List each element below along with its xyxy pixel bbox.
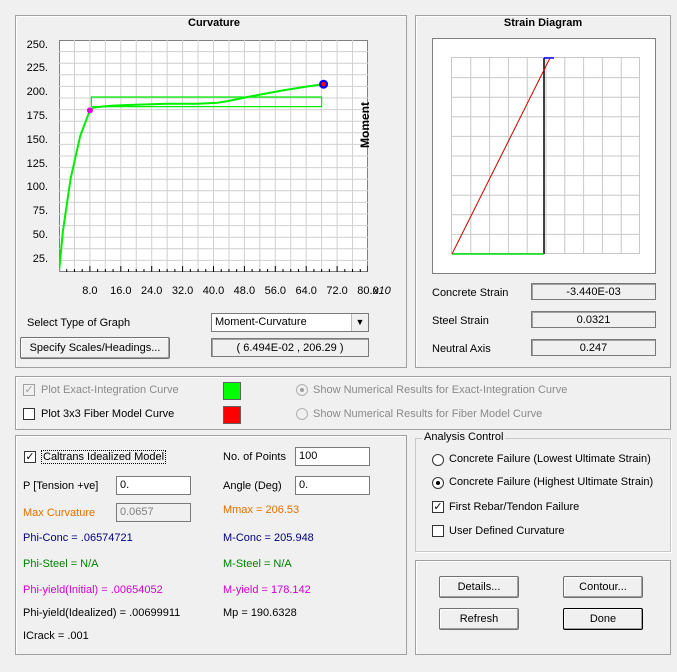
phi-conc-value: Phi-Conc = .06574721: [23, 532, 133, 544]
p-label: P [Tension +ve]: [23, 480, 99, 492]
y-tick-label: 150.: [26, 133, 48, 146]
concrete-highest-label[interactable]: Concrete Failure (Highest Ultimate Strai…: [449, 476, 653, 488]
phi-yield-idealized-value: Phi-yield(Idealized) = .00699911: [23, 607, 181, 619]
concrete-lowest-label[interactable]: Concrete Failure (Lowest Ultimate Strain…: [449, 453, 651, 465]
x-tick-label: 8.0: [82, 285, 98, 297]
max-curvature-input: 0.0657: [116, 503, 191, 522]
m-conc-value: M-Conc = 205.948: [223, 532, 314, 544]
max-curvature-label: Max Curvature: [23, 507, 96, 519]
show-fiber-label: Show Numerical Results for Fiber Model C…: [313, 408, 543, 420]
steel-strain-label: Steel Strain: [432, 315, 489, 327]
analysis-control-title: Analysis Control: [422, 431, 506, 443]
data-point: [86, 107, 93, 114]
plot-exact-checkbox[interactable]: ✓: [23, 384, 35, 396]
graph-type-select[interactable]: Moment-Curvature ▼: [211, 313, 369, 332]
m-steel-value: M-Steel = N/A: [223, 558, 292, 570]
select-graph-type-label: Select Type of Graph: [27, 317, 131, 329]
y-tick-label: 25.: [32, 252, 48, 265]
cursor-readout: ( 6.494E-02 , 206.29 ): [211, 338, 369, 357]
curvature-title: Curvature: [188, 17, 240, 29]
y-tick-label: 125.: [26, 157, 48, 170]
done-button[interactable]: Done: [563, 608, 643, 630]
strain-diagram: [432, 38, 656, 274]
show-exact-radio[interactable]: [296, 384, 308, 396]
x-tick-label: 56.0: [264, 285, 286, 297]
concrete-strain-value: -3.440E-03: [531, 283, 656, 300]
y-tick-label: 250.: [26, 38, 48, 51]
fiber-color-swatch[interactable]: [223, 406, 241, 424]
concrete-lowest-radio[interactable]: [432, 454, 444, 466]
p-input[interactable]: 0.: [116, 476, 191, 495]
contour-button[interactable]: Contour...: [563, 576, 643, 598]
x-tick-label: 72.0: [326, 285, 348, 297]
graph-type-value: Moment-Curvature: [215, 316, 307, 328]
refresh-button[interactable]: Refresh: [439, 608, 519, 630]
first-rebar-label[interactable]: First Rebar/Tendon Failure: [449, 501, 579, 513]
y-tick-label: 225.: [26, 62, 48, 75]
y-tick-label: 200.: [26, 86, 48, 99]
first-rebar-checkbox[interactable]: ✓: [432, 501, 444, 513]
mp-value: Mp = 190.6328: [223, 607, 297, 619]
caltrans-label[interactable]: Caltrans Idealized Model: [41, 450, 167, 464]
x-tick-label: 40.0: [202, 285, 225, 297]
user-defined-checkbox[interactable]: [432, 525, 444, 537]
phi-yield-initial-value: Phi-yield(Initial) = .00654052: [23, 584, 163, 596]
strain-title: Strain Diagram: [503, 17, 583, 29]
show-exact-label: Show Numerical Results for Exact-Integra…: [313, 384, 568, 396]
x-tick-label: 16.0: [110, 285, 132, 297]
details-button[interactable]: Details...: [439, 576, 519, 598]
points-input[interactable]: 100: [295, 447, 370, 466]
plot-fiber-label: Plot 3x3 Fiber Model Curve: [41, 408, 175, 420]
y-tick-label: 175.: [26, 110, 48, 123]
mmax-value: Mmax = 206.53: [223, 504, 300, 516]
chevron-down-icon[interactable]: ▼: [351, 314, 368, 331]
user-defined-label[interactable]: User Defined Curvature: [449, 525, 565, 537]
x-tick-label: 64.0: [295, 285, 317, 297]
show-fiber-radio[interactable]: [296, 408, 308, 420]
specify-scales-button[interactable]: Specify Scales/Headings...: [20, 337, 170, 359]
caltrans-checkbox[interactable]: ✓: [24, 451, 36, 463]
x-tick-label: 32.0: [171, 285, 194, 297]
data-point: [321, 82, 326, 87]
y-tick-label: 50.: [32, 228, 48, 241]
results-panel: [15, 435, 407, 655]
plot-fiber-checkbox[interactable]: [23, 408, 35, 420]
m-yield-value: M-yield = 178.142: [223, 584, 311, 596]
plot-exact-label: Plot Exact-Integration Curve: [41, 384, 179, 396]
icrack-value: ICrack = .001: [23, 630, 89, 642]
y-tick-label: 100.: [26, 181, 48, 194]
x-tick-label: 48.0: [233, 285, 256, 297]
steel-strain-value: 0.0321: [531, 311, 656, 328]
neutral-axis-value: 0.247: [531, 339, 656, 356]
points-label: No. of Points: [223, 451, 286, 463]
angle-input[interactable]: 0.: [295, 476, 370, 495]
moment-axis-label: Moment: [358, 102, 372, 148]
y-tick-label: 75.: [32, 205, 48, 218]
x-tick-label: 24.0: [140, 285, 163, 297]
curvature-chart[interactable]: [59, 40, 368, 272]
angle-label: Angle (Deg): [223, 480, 282, 492]
neutral-axis-label: Neutral Axis: [432, 343, 491, 355]
concrete-highest-radio[interactable]: [432, 477, 444, 489]
concrete-strain-label: Concrete Strain: [432, 287, 509, 299]
x-multiplier: x10: [373, 285, 391, 297]
phi-steel-value: Phi-Steel = N/A: [23, 558, 99, 570]
exact-color-swatch[interactable]: [223, 382, 241, 400]
